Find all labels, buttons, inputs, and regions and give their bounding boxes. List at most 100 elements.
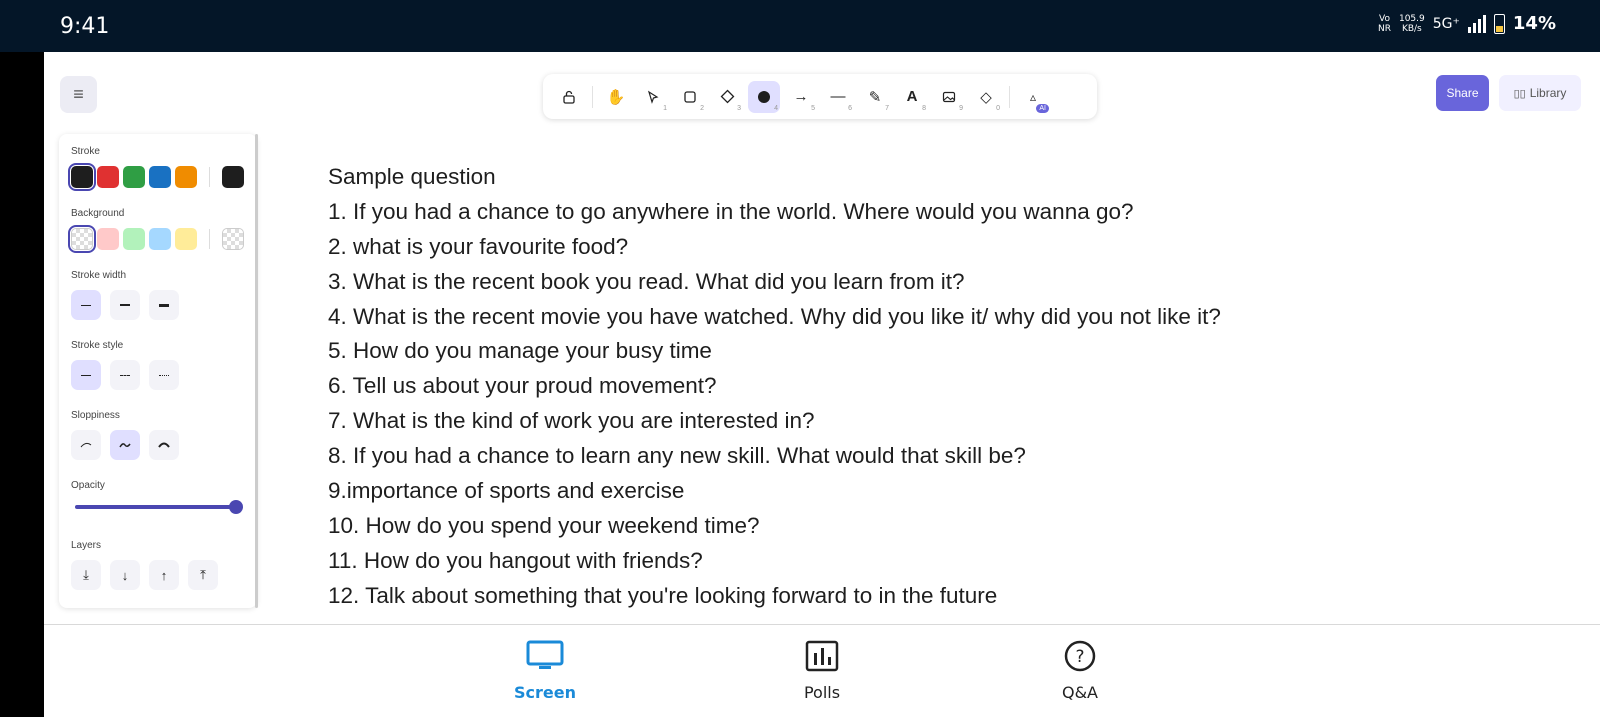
stroke-swatch-orange[interactable] <box>175 166 197 188</box>
pointer-icon <box>647 90 659 104</box>
volte-top: Vo <box>1379 13 1390 24</box>
arrow-icon: → <box>793 88 809 105</box>
text-tool-button[interactable]: A8 <box>896 81 928 113</box>
send-to-back-button[interactable]: ⤓ <box>71 560 101 590</box>
network-type: 5G⁺ <box>1432 15 1460 32</box>
lock-icon <box>563 90 575 104</box>
nav-qa[interactable]: ? Q&A <box>1020 639 1140 702</box>
lock-tool-button[interactable] <box>553 81 585 113</box>
stroke-swatch-green[interactable] <box>123 166 145 188</box>
canvas-text-line: 12. Talk about something that you're loo… <box>328 582 998 608</box>
shortcut-key: 1 <box>663 104 667 112</box>
canvas-text-line: 10. How do you spend your weekend time? <box>328 512 760 538</box>
opacity-handle[interactable] <box>229 500 243 514</box>
stroke-style-solid[interactable] <box>71 360 101 390</box>
toolbar-divider <box>592 85 593 108</box>
hamburger-icon: ≡ <box>73 84 84 104</box>
send-to-back-icon: ⤓ <box>83 567 89 582</box>
ellipse-icon <box>758 90 770 103</box>
question-icon: ? <box>1064 640 1096 672</box>
draw-tool-button[interactable]: ✎ 7 <box>859 81 891 113</box>
canvas-text-line: 7. What is the kind of work you are inte… <box>328 408 815 434</box>
canvas-text-line: 9.importance of sports and exercise <box>328 478 685 504</box>
shortcut-key: 4 <box>774 104 778 112</box>
bar-chart-icon <box>805 640 839 672</box>
opacity-track <box>75 505 241 509</box>
stroke-swatch-blue[interactable] <box>149 166 171 188</box>
background-swatch-pink[interactable] <box>97 228 119 250</box>
eraser-tool-button[interactable]: ◇ 0 <box>970 81 1002 113</box>
volte-indicator: Vo NR <box>1378 14 1391 34</box>
nav-screen-label: Screen <box>514 683 576 702</box>
canvas-text-line: 2. what is your favourite food? <box>328 233 629 259</box>
sloppiness-artist[interactable] <box>110 430 140 460</box>
eraser-icon: ◇ <box>980 88 992 106</box>
arrow-down-icon: ↓ <box>121 567 129 583</box>
canvas-text-line: 3. What is the recent book you read. Wha… <box>328 268 965 294</box>
selection-tool-button[interactable]: 1 <box>637 81 669 113</box>
svg-text:?: ? <box>1075 647 1084 667</box>
canvas-text-line: 5. How do you manage your busy time <box>328 338 712 364</box>
send-backward-button[interactable]: ↓ <box>110 560 140 590</box>
bring-forward-button[interactable]: ↑ <box>149 560 179 590</box>
status-time: 9:41 <box>60 14 110 39</box>
panel-scrollbar[interactable] <box>255 134 258 608</box>
stroke-style-dashed[interactable] <box>110 360 140 390</box>
battery-icon <box>1493 13 1505 34</box>
hand-icon: ✋ <box>606 88 626 106</box>
background-current-color[interactable] <box>222 228 244 250</box>
stroke-current-color[interactable] <box>222 166 244 188</box>
nav-polls[interactable]: Polls <box>762 639 882 702</box>
library-button[interactable]: ▯▯ Library <box>1499 75 1581 111</box>
image-icon <box>942 91 956 102</box>
stroke-width-options <box>71 290 245 320</box>
stroke-swatch-red[interactable] <box>97 166 119 188</box>
background-swatches <box>68 225 245 253</box>
background-swatch-blue[interactable] <box>149 228 171 250</box>
library-label: Library <box>1529 86 1567 100</box>
stroke-style-dotted[interactable] <box>149 360 179 390</box>
shortcut-key: 6 <box>848 104 852 112</box>
diamond-tool-button[interactable]: 3 <box>711 81 743 113</box>
canvas-text-line: 6. Tell us about your proud movement? <box>328 373 717 399</box>
background-swatch-yellow[interactable] <box>175 228 197 250</box>
ai-badge: AI <box>1036 103 1049 113</box>
background-swatch-transparent[interactable] <box>68 225 96 253</box>
stroke-width-bold[interactable] <box>110 290 140 320</box>
opacity-label: Opacity <box>71 480 105 491</box>
nav-screen[interactable]: Screen <box>485 639 605 702</box>
canvas-text-line: 4. What is the recent movie you have wat… <box>328 303 1221 329</box>
stroke-width-extra-bold[interactable] <box>149 290 179 320</box>
sloppiness-options <box>71 430 245 460</box>
stroke-width-thin[interactable] <box>71 290 101 320</box>
canvas-text-block[interactable]: Sample question 1. If you had a chance t… <box>328 160 1528 614</box>
more-tools-button[interactable]: ▵ AI <box>1017 81 1049 113</box>
shortcut-key: 5 <box>811 104 815 112</box>
sloppiness-architect[interactable] <box>71 430 101 460</box>
opacity-slider[interactable] <box>71 500 245 514</box>
stroke-swatch-black[interactable] <box>68 163 96 191</box>
background-swatch-green[interactable] <box>123 228 145 250</box>
arrow-up-icon: ↑ <box>160 567 168 583</box>
hand-tool-button[interactable]: ✋ <box>600 81 632 113</box>
sloppiness-cartoonist[interactable] <box>149 430 179 460</box>
menu-button[interactable]: ≡ <box>60 76 97 113</box>
background-label: Background <box>71 208 125 219</box>
pencil-icon: ✎ <box>868 88 882 106</box>
toolbar-divider <box>1009 85 1010 108</box>
diamond-icon <box>720 89 734 104</box>
ellipse-tool-button[interactable]: 4 <box>748 80 780 113</box>
bring-to-front-button[interactable]: ⤒ <box>188 560 218 590</box>
rectangle-tool-button[interactable]: 2 <box>674 81 706 113</box>
line-tool-button[interactable]: —6 <box>822 81 854 113</box>
shortcut-key: 2 <box>700 104 704 112</box>
canvas-text-line: 1. If you had a chance to go anywhere in… <box>328 198 1134 224</box>
share-button[interactable]: Share <box>1436 75 1489 111</box>
status-bar: 9:41 Vo NR 105.9 KB/s 5G⁺ 14% <box>0 0 1600 52</box>
layers-label: Layers <box>71 540 102 551</box>
shapes-icon: ▵ <box>1029 89 1037 104</box>
book-icon: ▯▯ <box>1513 87 1526 100</box>
arrow-tool-button[interactable]: → 5 <box>785 81 817 113</box>
canvas-text-line: 8. If you had a chance to learn any new … <box>328 443 1026 469</box>
image-tool-button[interactable]: 9 <box>933 81 965 113</box>
